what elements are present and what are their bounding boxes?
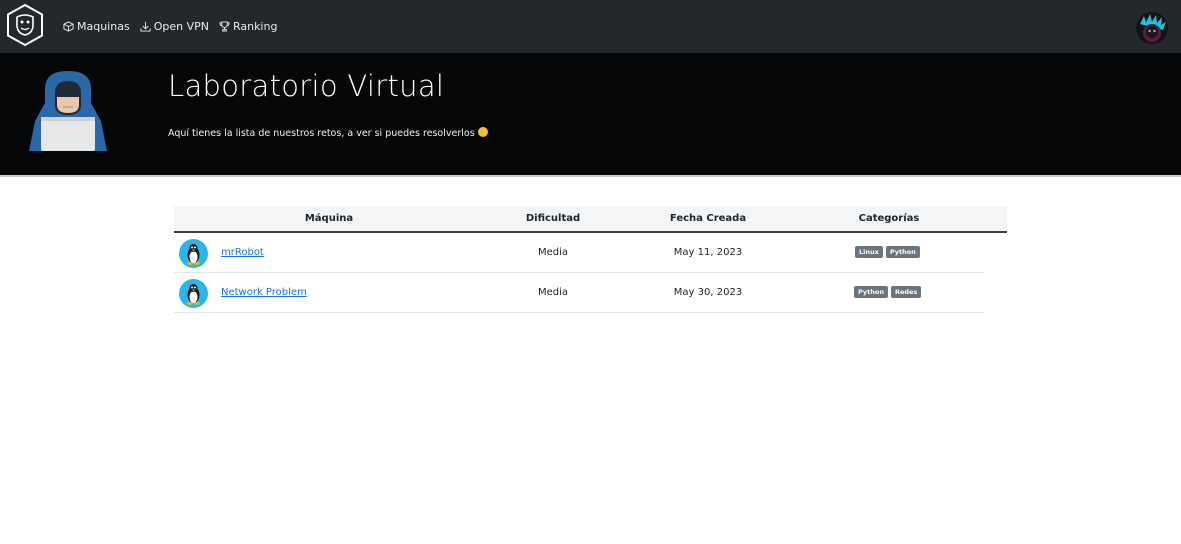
user-avatar[interactable] [1136, 12, 1168, 44]
smirk-emoji-icon [477, 127, 488, 137]
nav-link-label: Maquinas [77, 20, 130, 33]
nav-links: Maquinas Open VPN Ranking [63, 0, 277, 53]
hooded-hacker-icon [29, 69, 107, 151]
nav-link-label: Ranking [232, 20, 278, 33]
nav-link-open-vpn[interactable]: Open VPN [140, 20, 209, 33]
page-title: Laboratorio Virtual [168, 69, 445, 103]
site-logo-icon[interactable] [5, 3, 45, 47]
difficulty-cell: Media [537, 287, 569, 298]
nav-link-label: Open VPN [153, 20, 209, 33]
hero-banner: Laboratorio Virtual Aquí tienes la lista… [0, 53, 1181, 177]
table-row: mrRobot Media May 11, 2023 Linux Python [174, 233, 984, 273]
cube-icon [63, 21, 74, 32]
category-badges: Linux Python [855, 246, 920, 258]
header-categories: Categorías [858, 213, 920, 224]
nav-link-maquinas[interactable]: Maquinas [63, 20, 130, 33]
header-machine: Máquina [304, 213, 354, 224]
trophy-icon [219, 21, 230, 32]
nav-link-ranking[interactable]: Ranking [219, 20, 278, 33]
category-badges: Python Redes [854, 286, 922, 298]
category-badge: Python [854, 286, 888, 298]
difficulty-cell: Media [537, 247, 569, 258]
page-subtitle: Aquí tienes la lista de nuestros retos, … [168, 127, 488, 139]
machine-link-network-problem[interactable]: Network Problem [221, 273, 307, 312]
download-icon [140, 21, 151, 32]
date-cell: May 30, 2023 [673, 287, 743, 298]
category-badge: Linux [855, 246, 883, 258]
linux-tux-icon [179, 279, 208, 308]
subtitle-text: Aquí tienes la lista de nuestros retos, … [168, 128, 475, 139]
category-badge: Python [885, 246, 920, 258]
header-date: Fecha Creada [669, 213, 747, 224]
linux-tux-icon [179, 239, 208, 268]
top-navbar: Maquinas Open VPN Ranking [0, 0, 1181, 53]
machine-link-mrrobot[interactable]: mrRobot [221, 233, 264, 272]
date-cell: May 11, 2023 [673, 247, 743, 258]
header-difficulty: Dificultad [525, 213, 581, 224]
category-badge: Redes [890, 286, 922, 298]
machines-table-header: Máquina Dificultad Fecha Creada Categorí… [174, 206, 1007, 233]
table-row: Network Problem Media May 30, 2023 Pytho… [174, 273, 984, 313]
